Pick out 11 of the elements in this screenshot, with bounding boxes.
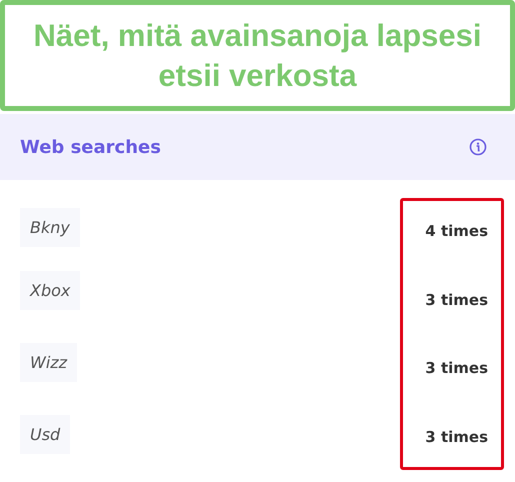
search-count: 3 times — [425, 428, 488, 446]
caption-text: Näet, mitä avainsanoja lapsesi etsii verkosta — [32, 16, 482, 94]
search-count: 3 times — [425, 290, 488, 309]
search-term-tag: Xbox — [20, 270, 80, 310]
search-term-tag: Wizz — [20, 342, 78, 382]
search-count: 3 times — [425, 359, 488, 378]
search-term-tag: Usd — [20, 414, 70, 454]
search-term-tag: Bkny — [20, 208, 80, 246]
panel-title: Web searches — [20, 136, 161, 158]
info-icon[interactable] — [469, 138, 487, 156]
search-count: 4 times — [425, 222, 488, 240]
